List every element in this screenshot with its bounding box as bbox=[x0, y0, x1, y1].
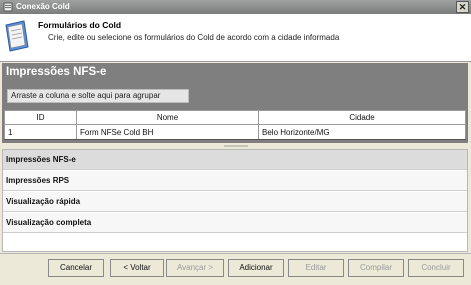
add-button[interactable]: Adicionar bbox=[228, 259, 284, 277]
column-header-id[interactable]: ID bbox=[4, 110, 77, 125]
cancel-button[interactable]: Cancelar bbox=[48, 259, 104, 277]
compile-button[interactable]: Compilar bbox=[348, 259, 404, 277]
table-row[interactable]: 1 Form NFSe Cold BH Belo Horizonte/MG bbox=[4, 124, 466, 140]
header-title: Formulários do Cold bbox=[38, 20, 122, 30]
cell-cidade: Belo Horizonte/MG bbox=[258, 124, 466, 140]
edit-button[interactable]: Editar bbox=[288, 259, 344, 277]
app-icon bbox=[3, 2, 13, 12]
finish-button[interactable]: Concluir bbox=[408, 259, 464, 277]
cell-id: 1 bbox=[4, 124, 77, 140]
forms-grid: ID Nome Cidade 1 Form NFSe Cold BH Belo … bbox=[4, 110, 466, 140]
nav-item-visualizacao-completa[interactable]: Visualização completa bbox=[3, 213, 467, 233]
close-icon: ✕ bbox=[458, 2, 467, 12]
column-header-nome[interactable]: Nome bbox=[76, 110, 259, 125]
next-button[interactable]: Avançar > bbox=[166, 259, 224, 277]
button-bar: Cancelar < Voltar Avançar > Adicionar Ed… bbox=[0, 253, 471, 285]
back-button[interactable]: < Voltar bbox=[110, 259, 164, 277]
panel-title: Impressões NFS-e bbox=[6, 66, 107, 78]
cell-nome: Form NFSe Cold BH bbox=[76, 124, 259, 140]
nav-item-visualizacao-rapida[interactable]: Visualização rápida bbox=[3, 192, 467, 212]
form-document-icon bbox=[5, 20, 29, 52]
window-title: Conexão Cold bbox=[16, 2, 70, 11]
column-header-cidade[interactable]: Cidade bbox=[258, 110, 466, 125]
header-subtitle: Crie, edite ou selecione os formulários … bbox=[48, 33, 340, 42]
splitter-grip-icon bbox=[224, 145, 248, 147]
title-bar: Conexão Cold ✕ bbox=[0, 0, 471, 14]
close-button[interactable]: ✕ bbox=[456, 1, 469, 13]
grid-header-row: ID Nome Cidade bbox=[4, 110, 466, 125]
group-by-area[interactable]: Arraste a coluna e solte aqui para agrup… bbox=[7, 89, 189, 103]
wizard-header: Formulários do Cold Crie, edite ou selec… bbox=[0, 14, 471, 62]
nav-item-impressoes-nfse[interactable]: Impressões NFS-e bbox=[3, 150, 467, 170]
nav-item-impressoes-rps[interactable]: Impressões RPS bbox=[3, 171, 467, 191]
nav-list: Impressões NFS-e Impressões RPS Visualiz… bbox=[2, 149, 468, 252]
